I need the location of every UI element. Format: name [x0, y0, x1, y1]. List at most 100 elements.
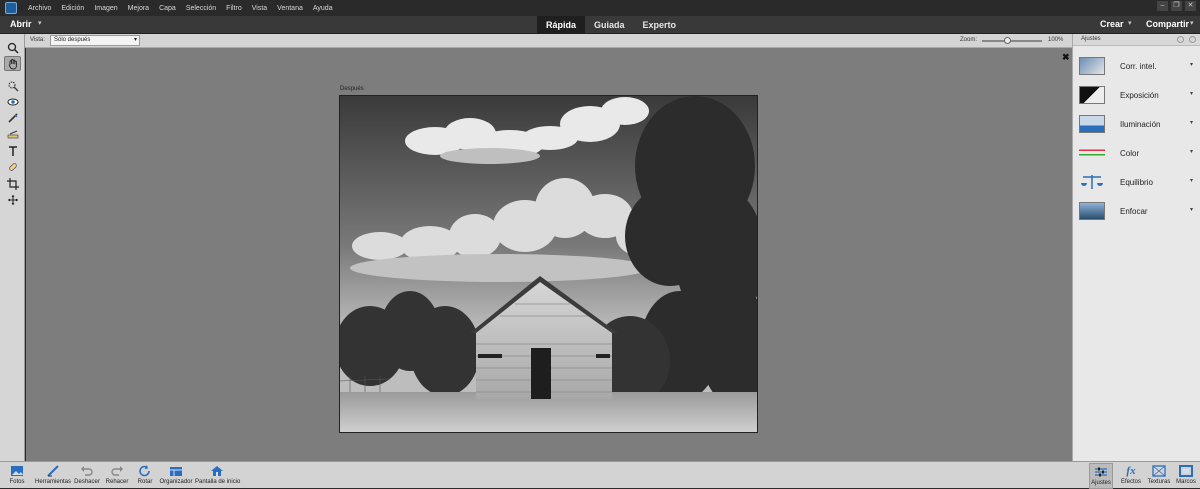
menu-ayuda[interactable]: Ayuda — [308, 5, 338, 12]
whiten-teeth-tool[interactable] — [4, 110, 21, 125]
minimize-icon[interactable]: – — [1157, 1, 1168, 11]
zoom-label: Zoom: — [960, 37, 978, 43]
move-tool[interactable] — [4, 192, 21, 207]
crop-tool[interactable] — [4, 176, 21, 191]
adjustment-label: Iluminación — [1120, 120, 1161, 129]
view-label: Vista: — [30, 37, 45, 43]
zoom-tool[interactable] — [4, 40, 21, 55]
chevron-down-icon[interactable]: ▾ — [1128, 19, 1132, 27]
home-screen-label: Pantalla de inicio — [195, 479, 241, 485]
quick-selection-tool[interactable] — [4, 78, 21, 93]
tab-rapida[interactable]: Rápida — [537, 16, 586, 34]
menu-capa[interactable]: Capa — [154, 5, 181, 12]
adjustment-label: Equilibrio — [1120, 178, 1153, 187]
chevron-down-icon: ▾ — [133, 37, 137, 43]
chevron-down-icon[interactable]: ▾ — [38, 19, 42, 27]
create-button[interactable]: Crear — [1100, 19, 1124, 29]
after-view-label: Después — [340, 86, 364, 92]
redo-button[interactable]: Rehacer — [104, 463, 130, 489]
frames-icon — [1179, 464, 1193, 477]
rotate-label: Rotar — [137, 479, 153, 485]
red-eye-icon — [7, 98, 18, 105]
tools-button[interactable]: Herramientas — [34, 463, 72, 489]
adjustments-title: Ajustes — [1081, 36, 1101, 42]
zoom-value: 100% — [1048, 37, 1064, 43]
menu-filtro[interactable]: Filtro — [221, 5, 247, 12]
menu-mejora[interactable]: Mejora — [123, 5, 154, 12]
window-controls: – ❐ ✕ — [1157, 1, 1196, 11]
menu-archivo[interactable]: Archivo — [23, 5, 56, 12]
zoom-slider[interactable] — [982, 37, 1042, 44]
balance-icon — [1079, 173, 1105, 191]
adjustments-panel: Ajustes Corr. intel. ▾ Exposición ▾ Ilum… — [1072, 34, 1200, 461]
frames-label: Marcos — [1176, 479, 1196, 485]
menu-bar: Archivo Edición Imagen Mejora Capa Selec… — [0, 0, 1200, 16]
menu-imagen[interactable]: Imagen — [89, 5, 122, 12]
undo-button[interactable]: Deshacer — [73, 463, 101, 489]
hand-tool[interactable] — [4, 56, 21, 71]
adjustment-balance[interactable]: Equilibrio ▾ — [1073, 170, 1200, 196]
rotate-icon — [139, 464, 150, 476]
spot-healing-icon — [8, 162, 17, 171]
frames-button[interactable]: Marcos — [1175, 463, 1197, 489]
options-bar: Vista: Sólo después ▾ Zoom: 100% — [0, 34, 1072, 48]
share-button[interactable]: Compartir — [1146, 19, 1189, 29]
textures-label: Texturas — [1147, 479, 1171, 485]
chevron-down-icon: ▾ — [1190, 120, 1194, 126]
mode-tabs: Rápida Guiada Experto — [537, 16, 685, 34]
tab-experto[interactable]: Experto — [634, 16, 686, 34]
adjustment-exposure[interactable]: Exposición ▾ — [1073, 83, 1200, 109]
photo-image — [340, 96, 757, 432]
home-icon — [211, 465, 223, 476]
zoom-slider-thumb[interactable] — [1004, 37, 1012, 44]
chevron-down-icon: ▾ — [1190, 207, 1194, 213]
fx-icon: fx — [1126, 464, 1136, 477]
adjustment-lighting[interactable]: Iluminación ▾ — [1073, 112, 1200, 138]
red-eye-tool[interactable] — [4, 94, 21, 109]
organizer-icon — [170, 466, 182, 476]
effects-label: Efectos — [1120, 479, 1141, 485]
whiten-teeth-icon — [7, 112, 18, 123]
view-select-value: Sólo después — [54, 37, 91, 43]
undo-icon — [81, 465, 93, 476]
chevron-down-icon: ▾ — [1190, 62, 1194, 68]
menu-ventana[interactable]: Ventana — [272, 5, 308, 12]
view-select[interactable]: Sólo después ▾ — [50, 35, 140, 46]
smart-fix-icon — [1079, 57, 1105, 75]
spot-healing-tool[interactable] — [4, 159, 21, 174]
home-screen-button[interactable]: Pantalla de inicio — [195, 463, 241, 489]
organizer-label: Organizador — [159, 479, 193, 485]
menu-vista[interactable]: Vista — [247, 5, 272, 12]
adjustments-header: Ajustes — [1073, 34, 1200, 46]
photos-button[interactable]: Fotos — [4, 463, 30, 489]
adjustment-sharpen[interactable]: Enfocar ▾ — [1073, 199, 1200, 225]
adjustment-label: Color — [1120, 149, 1140, 158]
photos-label: Fotos — [9, 479, 25, 485]
menu-edicion[interactable]: Edición — [56, 5, 89, 12]
close-icon[interactable]: ✖ — [1062, 52, 1070, 63]
tab-guiada[interactable]: Guiada — [585, 16, 634, 34]
rotate-button[interactable]: Rotar — [134, 463, 156, 489]
organizer-button[interactable]: Organizador — [159, 463, 193, 489]
restore-icon[interactable]: ❐ — [1171, 1, 1182, 11]
type-tool[interactable] — [4, 143, 21, 158]
open-button[interactable]: Abrir — [10, 19, 32, 29]
straighten-tool[interactable] — [4, 126, 21, 141]
chevron-down-icon: ▾ — [1190, 91, 1194, 97]
adjustment-label: Exposición — [1120, 91, 1159, 100]
help-icon[interactable] — [1189, 36, 1196, 43]
effects-button[interactable]: fx Efectos — [1119, 463, 1143, 489]
close-window-icon[interactable]: ✕ — [1185, 1, 1196, 11]
exposure-icon — [1079, 86, 1105, 104]
textures-button[interactable]: Texturas — [1146, 463, 1172, 489]
menu-seleccion[interactable]: Selección — [181, 5, 221, 12]
reset-icon[interactable] — [1177, 36, 1184, 43]
redo-icon — [111, 465, 123, 476]
sharpen-icon — [1079, 202, 1105, 220]
adjustments-tab-button[interactable]: Ajustes — [1089, 463, 1113, 489]
adjustment-label: Corr. intel. — [1120, 62, 1157, 71]
chevron-down-icon[interactable]: ▾ — [1190, 19, 1194, 27]
adjustment-smart-fix[interactable]: Corr. intel. ▾ — [1073, 54, 1200, 80]
adjustment-color[interactable]: Color ▾ — [1073, 141, 1200, 167]
adjustments-tab-label: Ajustes — [1091, 480, 1111, 486]
